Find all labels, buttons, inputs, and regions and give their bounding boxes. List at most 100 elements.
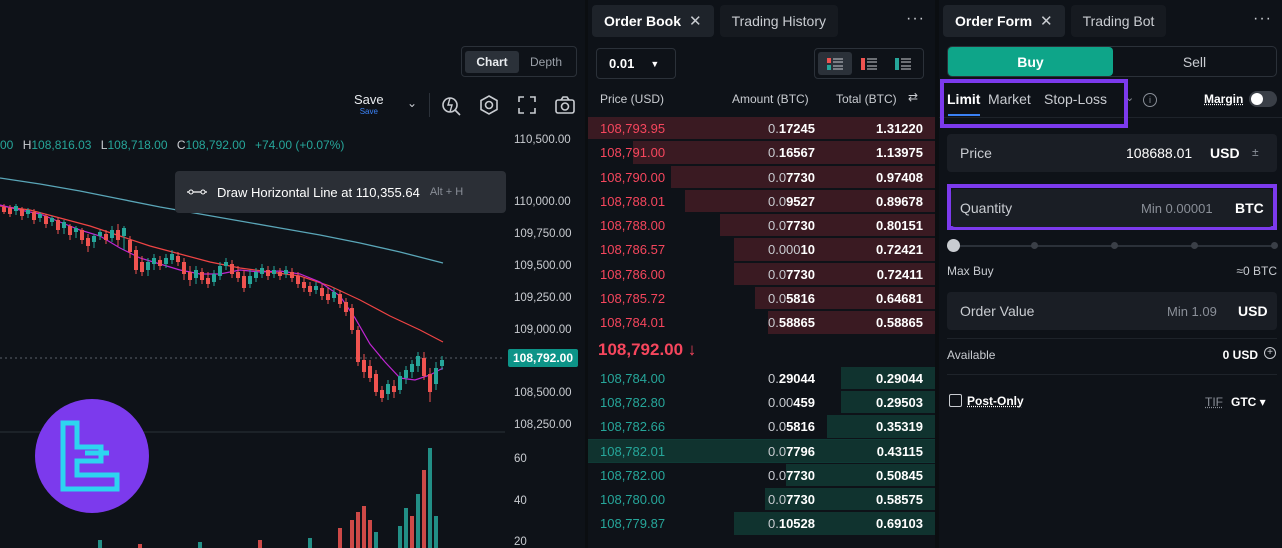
close-icon[interactable]: ✕ bbox=[1040, 12, 1053, 30]
plus-minus-icon[interactable]: ± bbox=[1252, 145, 1259, 159]
candle-body bbox=[50, 218, 54, 222]
camera-icon[interactable] bbox=[554, 94, 576, 116]
candle-body bbox=[344, 302, 348, 312]
post-only-label: Post-Only bbox=[967, 394, 1024, 408]
price-axis-label: 109,750.00 bbox=[514, 228, 572, 240]
bid-row[interactable]: 108,782.66 0.05816 0.35319 bbox=[588, 414, 935, 438]
view-asks-icon[interactable] bbox=[852, 52, 886, 75]
info-icon[interactable]: i bbox=[1143, 93, 1157, 107]
ask-price: 108,788.00 bbox=[600, 218, 666, 234]
chart-panel[interactable]: Chart Depth Save Save ⌄ 00 H108,816.03 L… bbox=[0, 0, 585, 548]
volume-bar bbox=[428, 448, 432, 548]
order-type-market[interactable]: Market bbox=[988, 91, 1031, 107]
tab-order-form[interactable]: Order Form ✕ bbox=[943, 5, 1065, 37]
bid-price: 108,780.00 bbox=[600, 492, 666, 508]
close-icon[interactable]: ✕ bbox=[689, 12, 702, 30]
candle-body bbox=[296, 276, 300, 284]
tif-select[interactable]: GTC ▾ bbox=[1231, 395, 1266, 409]
ask-row[interactable]: 108,790.00 0.07730 0.97408 bbox=[588, 165, 935, 189]
tab-trading-history[interactable]: Trading History bbox=[719, 5, 838, 37]
quantity-field[interactable]: Quantity Min 0.00001 BTC bbox=[951, 189, 1273, 227]
precision-select[interactable]: 0.01 ▼ bbox=[596, 48, 676, 79]
ask-row[interactable]: 108,788.00 0.07730 0.80151 bbox=[588, 213, 935, 237]
draw-hline-tooltip: Draw Horizontal Line at 110,355.64 Alt +… bbox=[175, 171, 506, 213]
candle-body bbox=[272, 270, 276, 274]
ask-row[interactable]: 108,784.01 0.58865 0.58865 bbox=[588, 310, 935, 334]
volume-bar bbox=[374, 532, 378, 548]
more-options-icon[interactable]: ··· bbox=[1253, 10, 1272, 28]
ask-row[interactable]: 108,788.01 0.09527 0.89678 bbox=[588, 189, 935, 213]
order-value-unit: USD bbox=[1238, 303, 1268, 319]
stop-loss-chevron-icon[interactable]: ⌄ bbox=[1125, 91, 1134, 104]
order-type-limit[interactable]: Limit bbox=[947, 91, 980, 107]
bid-row[interactable]: 108,784.00 0.29044 0.29044 bbox=[588, 366, 935, 390]
sell-button[interactable]: Sell bbox=[1113, 47, 1276, 76]
candle-body bbox=[116, 230, 120, 240]
margin-toggle[interactable] bbox=[1249, 91, 1277, 107]
order-type-stop-loss[interactable]: Stop-Loss bbox=[1044, 91, 1107, 107]
ask-row[interactable]: 108,786.00 0.07730 0.72411 bbox=[588, 262, 935, 286]
candle-body bbox=[392, 386, 396, 392]
ask-row[interactable]: 108,786.57 0.00010 0.72421 bbox=[588, 237, 935, 261]
volume-bar bbox=[198, 542, 202, 548]
bid-price: 108,779.87 bbox=[600, 516, 666, 532]
price-axis-label: 110,500.00 bbox=[514, 134, 571, 146]
bid-price: 108,782.66 bbox=[600, 419, 666, 435]
bid-row[interactable]: 108,782.00 0.07730 0.50845 bbox=[588, 463, 935, 487]
bid-row[interactable]: 108,779.87 0.10528 0.69103 bbox=[588, 511, 935, 535]
ask-price: 108,790.00 bbox=[600, 169, 666, 185]
brand-logo bbox=[35, 399, 149, 513]
volume-bar bbox=[98, 540, 102, 548]
price-field[interactable]: Price 108688.01 USD ± bbox=[947, 134, 1277, 172]
candle-body bbox=[230, 264, 234, 274]
add-funds-icon[interactable]: + bbox=[1264, 347, 1276, 359]
bid-row[interactable]: 108,780.00 0.07730 0.58575 bbox=[588, 487, 935, 511]
candle-body bbox=[104, 234, 108, 240]
candle-body bbox=[410, 364, 414, 372]
candle-body bbox=[140, 262, 144, 272]
tab-depth[interactable]: Depth bbox=[519, 51, 573, 73]
view-bids-icon[interactable] bbox=[886, 52, 920, 75]
orderbook-tabbar: Order Book ✕ Trading History ··· bbox=[588, 0, 935, 42]
ask-row[interactable]: 108,793.95 0.17245 1.31220 bbox=[588, 116, 935, 140]
mid-price-row: 108,792.00 ↓ bbox=[588, 335, 935, 366]
tab-trading-bot[interactable]: Trading Bot bbox=[1070, 5, 1167, 37]
candle-body bbox=[134, 250, 138, 270]
ask-total: 0.80151 bbox=[876, 218, 923, 234]
bid-amount: 0.29044 bbox=[768, 370, 815, 386]
price-label: Price bbox=[960, 145, 992, 161]
bid-row[interactable]: 108,782.80 0.00459 0.29503 bbox=[588, 390, 935, 414]
divider bbox=[947, 338, 1277, 339]
ask-total: 0.64681 bbox=[876, 291, 923, 307]
order-value-field[interactable]: Order Value Min 1.09 USD bbox=[947, 292, 1277, 330]
candle-body bbox=[56, 220, 60, 230]
fullscreen-icon[interactable] bbox=[516, 94, 538, 116]
candle-body bbox=[350, 308, 354, 330]
ask-row[interactable]: 108,791.00 0.16567 1.13975 bbox=[588, 140, 935, 164]
ask-row[interactable]: 108,785.72 0.05816 0.64681 bbox=[588, 286, 935, 310]
candle-body bbox=[212, 274, 216, 282]
candle-body bbox=[62, 222, 66, 228]
buy-button[interactable]: Buy bbox=[948, 47, 1113, 76]
current-price-tag: 108,792.00 bbox=[508, 349, 578, 367]
quantity-slider[interactable] bbox=[947, 239, 1278, 252]
volume-bar bbox=[416, 494, 420, 548]
ask-total: 1.31220 bbox=[876, 121, 923, 136]
volume-bar bbox=[350, 520, 354, 548]
candle-body bbox=[80, 230, 84, 240]
candle-body bbox=[74, 228, 78, 232]
candle-body bbox=[308, 286, 312, 292]
tab-order-book[interactable]: Order Book ✕ bbox=[592, 5, 714, 37]
post-only-checkbox[interactable] bbox=[949, 394, 962, 407]
ask-price: 108,791.00 bbox=[600, 145, 666, 161]
orderbook-controls: 0.01 ▼ bbox=[588, 42, 935, 82]
view-both-icon[interactable] bbox=[818, 52, 852, 75]
orderbook-view-toggle[interactable] bbox=[814, 48, 924, 79]
bid-row[interactable]: 108,782.01 0.07796 0.43115 bbox=[588, 438, 935, 463]
price-unit: USD bbox=[1210, 145, 1240, 161]
swap-icon[interactable]: ⇄ bbox=[908, 90, 918, 104]
ask-total: 0.89678 bbox=[876, 193, 923, 209]
slider-knob[interactable] bbox=[947, 239, 960, 252]
more-options-icon[interactable]: ··· bbox=[906, 10, 925, 28]
orderform-panel: Order Form ✕ Trading Bot ··· Buy Sell Li… bbox=[939, 0, 1282, 548]
